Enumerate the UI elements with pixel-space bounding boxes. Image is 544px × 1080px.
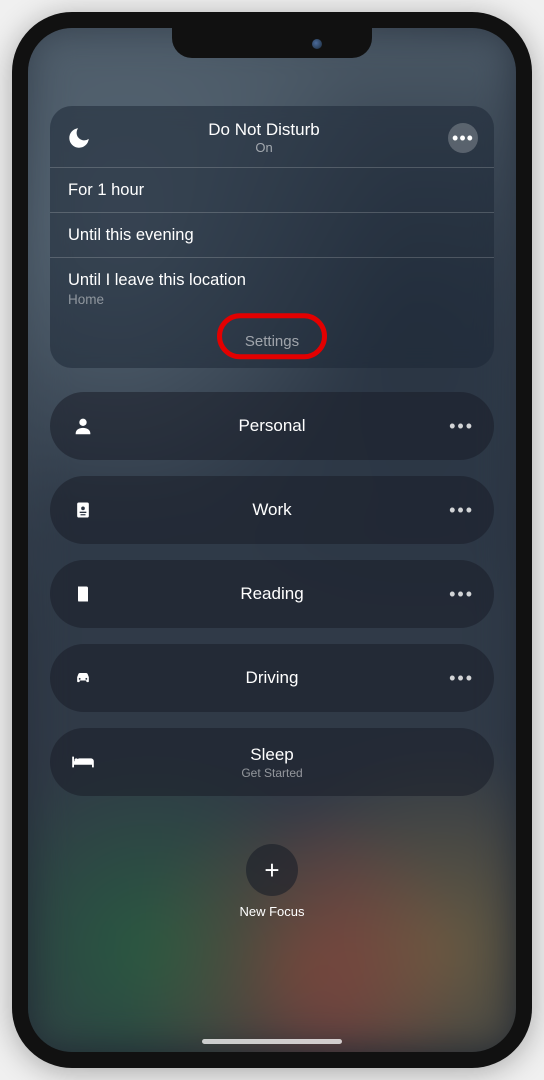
focus-personal[interactable]: Personal ••• — [50, 392, 494, 460]
focus-work[interactable]: Work ••• — [50, 476, 494, 544]
screen: Do Not Disturb On ••• For 1 hour Until t… — [28, 28, 516, 1052]
dnd-card: Do Not Disturb On ••• For 1 hour Until t… — [50, 106, 494, 368]
focus-label: Driving — [96, 668, 448, 688]
home-indicator[interactable] — [202, 1039, 342, 1044]
person-icon — [70, 415, 96, 437]
dnd-title-block: Do Not Disturb On — [80, 120, 448, 155]
dnd-option[interactable]: Until this evening — [50, 212, 494, 257]
new-focus: + New Focus — [50, 844, 494, 919]
focus-label: Sleep Get Started — [96, 745, 448, 780]
settings-link-label: Settings — [245, 333, 299, 350]
focus-label: Reading — [96, 584, 448, 604]
plus-icon: + — [264, 855, 279, 886]
focus-driving[interactable]: Driving ••• — [50, 644, 494, 712]
dnd-option-label: Until I leave this location — [68, 271, 476, 290]
focus-reading[interactable]: Reading ••• — [50, 560, 494, 628]
focus-sleep[interactable]: Sleep Get Started — [50, 728, 494, 796]
dnd-title: Do Not Disturb — [80, 120, 448, 140]
car-icon — [70, 668, 96, 688]
focus-list: Personal ••• Work ••• Reading ••• — [50, 392, 494, 796]
badge-icon — [70, 499, 96, 521]
focus-label: Work — [96, 500, 448, 520]
focus-label: Personal — [96, 416, 448, 436]
focus-sublabel: Get Started — [96, 766, 448, 780]
new-focus-label: New Focus — [50, 904, 494, 919]
dnd-header: Do Not Disturb On ••• — [50, 106, 494, 167]
dnd-option-sub: Home — [68, 292, 476, 307]
ellipsis-icon: ••• — [452, 129, 474, 147]
settings-link[interactable]: Settings — [50, 319, 494, 358]
focus-label-text: Sleep — [250, 745, 293, 764]
notch — [172, 28, 372, 58]
bed-icon — [70, 753, 96, 771]
ellipsis-icon[interactable]: ••• — [448, 584, 474, 605]
ellipsis-icon[interactable]: ••• — [448, 416, 474, 437]
dnd-option[interactable]: For 1 hour — [50, 167, 494, 212]
ellipsis-icon[interactable]: ••• — [448, 500, 474, 521]
dnd-option-label: For 1 hour — [68, 181, 476, 200]
new-focus-button[interactable]: + — [246, 844, 298, 896]
phone-frame: Do Not Disturb On ••• For 1 hour Until t… — [12, 12, 532, 1068]
dnd-option-label: Until this evening — [68, 226, 476, 245]
dnd-option[interactable]: Until I leave this location Home — [50, 257, 494, 319]
dnd-status: On — [80, 140, 448, 155]
ellipsis-icon[interactable]: ••• — [448, 668, 474, 689]
dnd-options-list: For 1 hour Until this evening Until I le… — [50, 167, 494, 319]
book-icon — [70, 583, 96, 605]
dnd-more-button[interactable]: ••• — [448, 123, 478, 153]
